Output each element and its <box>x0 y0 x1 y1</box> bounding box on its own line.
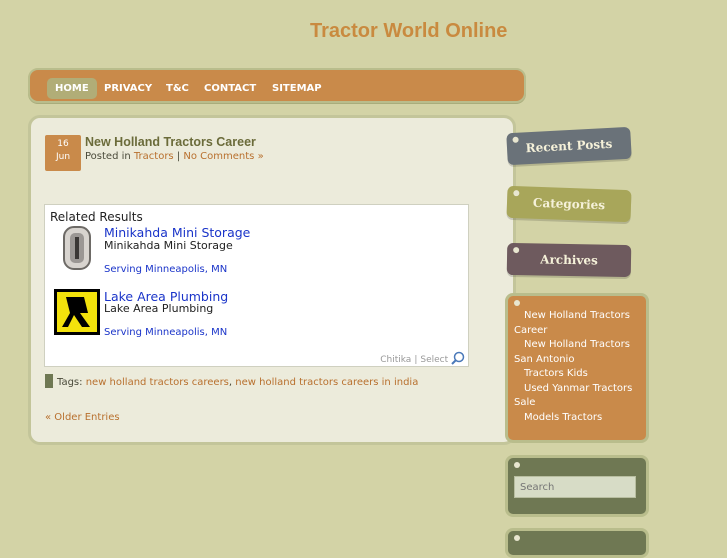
tags-label: Tags: <box>57 377 83 388</box>
footer-separator: | <box>414 355 418 365</box>
sidebar-tab-archives[interactable]: Archives <box>506 242 632 278</box>
post-tags: Tags: new holland tractors careers, new … <box>45 374 418 388</box>
post-meta: Posted in Tractors | No Comments » <box>85 151 264 162</box>
storage-door-icon[interactable] <box>54 225 100 271</box>
nav-sitemap[interactable]: SITEMAP <box>264 78 330 99</box>
tag-separator: , <box>228 377 233 388</box>
sidebar-link[interactable]: Tractors Kids <box>514 367 644 382</box>
nav-terms[interactable]: T&C <box>158 78 197 99</box>
sidebar-link[interactable]: Models Tractors <box>514 411 644 426</box>
pin-dot <box>513 247 520 254</box>
sidebar-tab-label: Recent Posts <box>525 136 613 156</box>
ad-title-minikahda[interactable]: Minikahda Mini Storage <box>104 225 250 240</box>
nav-privacy[interactable]: PRIVACY <box>96 78 160 99</box>
sidebar-search-box <box>505 455 649 517</box>
select-link[interactable]: Select <box>420 355 448 365</box>
post-month: Jun <box>55 152 71 162</box>
pin-dot <box>513 190 520 197</box>
main-content: 16 Jun New Holland Tractors Career Poste… <box>28 115 516 445</box>
chitika-link[interactable]: Chitika <box>380 355 411 365</box>
pin-dot <box>514 535 520 541</box>
sidebar-box <box>505 528 649 558</box>
nav-home[interactable]: HOME <box>47 78 97 99</box>
ad-desc-lake-area: Lake Area Plumbing <box>104 302 214 315</box>
magnifier-icon[interactable] <box>451 351 465 365</box>
ad-location-minikahda[interactable]: Serving Minneapolis, MN <box>104 264 227 275</box>
sidebar-link[interactable]: New Holland Tractors San Antonio <box>514 338 644 367</box>
sidebar-tab-categories[interactable]: Categories <box>506 185 632 223</box>
tag-icon <box>45 374 53 388</box>
pin-dot <box>512 136 519 143</box>
ad-location-lake-area[interactable]: Serving Minneapolis, MN <box>104 327 227 338</box>
meta-separator: | <box>176 151 181 162</box>
tag-link[interactable]: new holland tractors careers in india <box>235 377 418 388</box>
sidebar-tab-recent-posts[interactable]: Recent Posts <box>506 126 632 166</box>
tag-link[interactable]: new holland tractors careers <box>86 377 229 388</box>
post-day: 16 <box>57 139 69 149</box>
sidebar-link[interactable]: Used Yanmar Tractors Sale <box>514 382 644 411</box>
pin-dot <box>514 462 520 468</box>
older-entries-link[interactable]: « Older Entries <box>45 412 120 423</box>
post-title[interactable]: New Holland Tractors Career <box>85 135 256 149</box>
post-comments-link[interactable]: No Comments » <box>183 151 263 162</box>
main-nav: HOME PRIVACY T&C CONTACT SITEMAP <box>28 68 526 103</box>
ad-desc-minikahda: Minikahda Mini Storage <box>104 239 233 252</box>
related-heading: Related Results <box>50 210 143 224</box>
related-results: Related Results Minikahda Mini Storage M… <box>44 204 469 367</box>
nav-contact[interactable]: CONTACT <box>196 78 264 99</box>
posted-in-label: Posted in <box>85 151 131 162</box>
post-category-link[interactable]: Tractors <box>134 151 174 162</box>
sidebar-recent-links: New Holland Tractors Career New Holland … <box>505 293 649 443</box>
sidebar-tab-label: Archives <box>540 252 598 268</box>
sidebar-tab-label: Categories <box>532 195 606 213</box>
pin-dot <box>514 300 520 306</box>
yellow-pages-walking-fingers-icon[interactable] <box>54 289 100 335</box>
related-footer: Chitika | Select <box>380 351 465 365</box>
post-date: 16 Jun <box>45 135 81 171</box>
search-input[interactable] <box>514 476 636 498</box>
site-title[interactable]: Tractor World Online <box>310 20 507 43</box>
sidebar-link[interactable]: New Holland Tractors Career <box>514 309 644 338</box>
